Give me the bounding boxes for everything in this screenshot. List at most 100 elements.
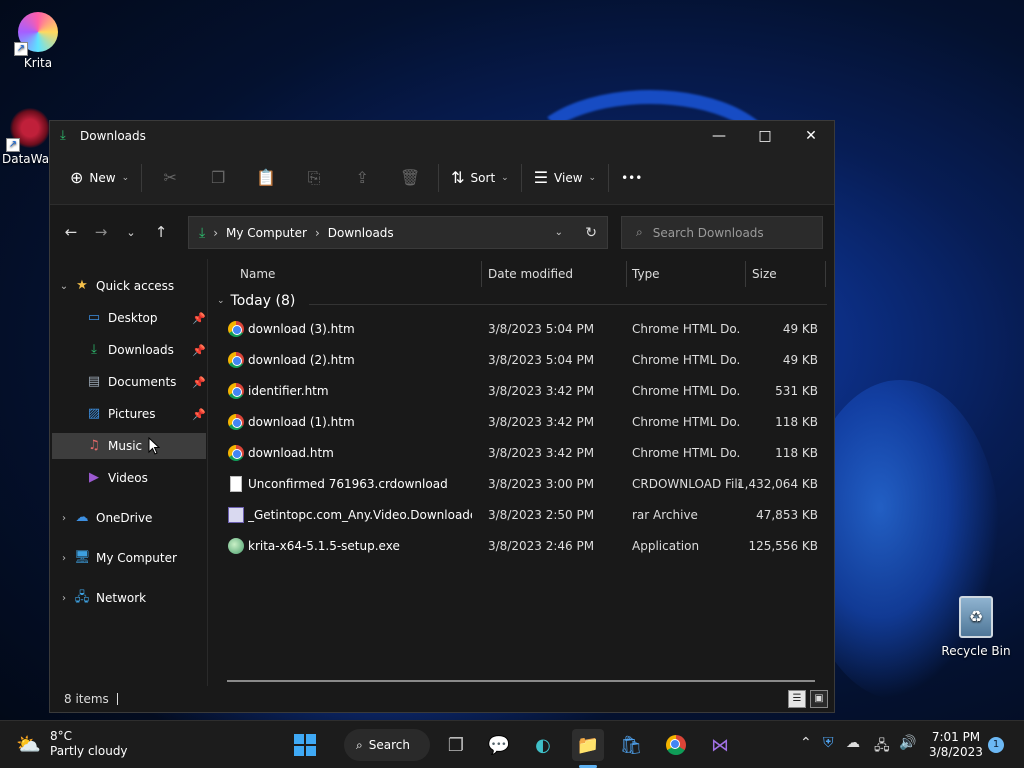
file-row[interactable]: krita-x64-5.1.5-setup.exe 3/8/2023 2:46 P… bbox=[209, 531, 827, 562]
chevron-down-icon: ⌄ bbox=[217, 296, 225, 306]
weather-desc: Partly cloudy bbox=[50, 744, 128, 758]
nav-item-pictures[interactable]: ▨ Pictures 📌 bbox=[86, 401, 208, 427]
search-placeholder: Search Downloads bbox=[652, 225, 764, 240]
rename-icon[interactable]: ⎘ bbox=[290, 168, 338, 188]
file-name: download (2).htm bbox=[248, 353, 355, 367]
desktop-icon-recycle-bin[interactable]: ♻ Recycle Bin bbox=[940, 596, 1012, 658]
up-arrow-icon[interactable]: ↑ bbox=[146, 223, 176, 241]
chevron-right-icon: › bbox=[62, 592, 66, 604]
clock[interactable]: 7:01 PM 3/8/2023 bbox=[928, 730, 984, 760]
network-status-icon[interactable]: 🖧 bbox=[874, 735, 890, 759]
chrome-icon[interactable] bbox=[660, 729, 692, 761]
start-button[interactable] bbox=[289, 729, 321, 761]
column-header-size[interactable]: Size bbox=[752, 259, 777, 289]
nav-item-downloads[interactable]: ⤓ Downloads 📌 bbox=[86, 337, 208, 363]
share-icon[interactable]: ⇪ bbox=[338, 168, 386, 187]
sort-button[interactable]: ⇅ Sort ⌄ bbox=[443, 162, 517, 193]
show-hidden-icons-chevron-icon[interactable]: ⌃ bbox=[800, 735, 812, 751]
refresh-icon[interactable]: ↻ bbox=[585, 225, 597, 241]
file-explorer-icon[interactable]: 📁 bbox=[572, 729, 604, 761]
new-button[interactable]: ⊕ New ⌄ bbox=[62, 162, 137, 193]
column-divider[interactable] bbox=[626, 261, 627, 287]
file-row[interactable]: download (1).htm 3/8/2023 3:42 PM Chrome H… bbox=[209, 407, 827, 438]
pin-icon: 📌 bbox=[192, 343, 206, 357]
group-header-today[interactable]: ⌄ Today (8) bbox=[217, 293, 295, 309]
microsoft-store-icon[interactable]: 🛍 bbox=[615, 729, 647, 761]
installer-file-icon bbox=[228, 538, 244, 554]
details-view-icon[interactable]: ☰ bbox=[788, 690, 806, 708]
file-row[interactable]: download (2).htm 3/8/2023 5:04 PM Chrome H… bbox=[209, 345, 827, 376]
desktop-icon-label: Recycle Bin bbox=[941, 644, 1011, 658]
breadcrumb-my-computer[interactable]: My Computer bbox=[226, 226, 307, 240]
file-row[interactable]: download.htm 3/8/2023 3:42 PM Chrome HTML … bbox=[209, 438, 827, 469]
nav-item-videos[interactable]: ▶ Videos bbox=[86, 465, 208, 491]
music-icon: ♫ bbox=[88, 438, 100, 453]
column-divider[interactable] bbox=[745, 261, 746, 287]
column-header-type[interactable]: Type bbox=[632, 259, 660, 289]
volume-icon[interactable]: 🔊 bbox=[899, 735, 916, 751]
nav-item-network[interactable]: › 🖧 Network bbox=[54, 585, 208, 611]
window-title: Downloads bbox=[80, 129, 146, 143]
desktop-icon-krita[interactable]: ↗ Krita bbox=[0, 12, 76, 70]
delete-icon[interactable]: 🗑 bbox=[386, 168, 434, 187]
breadcrumb-chevron-icon: › bbox=[314, 225, 320, 240]
copy-icon[interactable]: ❐ bbox=[194, 168, 242, 187]
file-date: 3/8/2023 5:04 PM bbox=[488, 353, 595, 367]
weather-widget[interactable]: ⛅ 8°C Partly cloudy bbox=[16, 729, 128, 759]
divider bbox=[141, 163, 143, 192]
nav-item-music[interactable]: ♫ Music bbox=[52, 433, 206, 459]
document-icon: ▤ bbox=[87, 374, 101, 389]
address-history-chevron-icon[interactable]: ⌄ bbox=[555, 227, 563, 238]
visual-studio-icon[interactable]: ⋈ bbox=[704, 729, 736, 761]
more-options-button[interactable]: ••• bbox=[613, 165, 650, 191]
tiles-view-icon[interactable]: ▣ bbox=[810, 690, 828, 708]
shortcut-arrow-icon: ↗ bbox=[14, 42, 28, 56]
desktop-icon: ▭ bbox=[87, 310, 101, 325]
column-header-name[interactable]: Name bbox=[240, 259, 275, 289]
nav-item-documents[interactable]: ▤ Documents 📌 bbox=[86, 369, 208, 395]
search-box[interactable]: ⌕ Search Downloads bbox=[621, 216, 823, 249]
onedrive-cloud-icon[interactable]: ☁ bbox=[846, 735, 860, 751]
task-view-icon[interactable]: ❐ bbox=[440, 729, 472, 761]
view-button[interactable]: ☰ View ⌄ bbox=[526, 162, 604, 193]
file-date: 3/8/2023 5:04 PM bbox=[488, 322, 595, 336]
horizontal-scrollbar[interactable] bbox=[227, 680, 815, 682]
taskbar-search-button[interactable]: ⌕ Search bbox=[344, 729, 430, 761]
paste-icon[interactable]: 📋 bbox=[242, 168, 290, 187]
chevron-down-icon: ⌄ bbox=[501, 172, 509, 183]
title-bar[interactable]: ⤓ Downloads — □ ✕ bbox=[50, 121, 834, 151]
chrome-file-icon bbox=[228, 383, 244, 399]
file-row[interactable]: Unconfirmed 761963.crdownload 3/8/2023 3:… bbox=[209, 469, 827, 500]
navigation-pane: ⌄ ★ Quick access ▭ Desktop 📌 ⤓ Downloads… bbox=[50, 259, 208, 686]
file-row[interactable]: download (3).htm 3/8/2023 5:04 PM Chrome H… bbox=[209, 314, 827, 345]
chevron-right-icon: › bbox=[62, 552, 66, 564]
breadcrumb-downloads[interactable]: Downloads bbox=[328, 226, 394, 240]
desktop-icon-datawag[interactable]: ↗ DataWag bbox=[0, 108, 54, 166]
forward-arrow-icon[interactable]: → bbox=[86, 223, 116, 241]
edge-icon[interactable]: ◐ bbox=[527, 729, 559, 761]
nav-item-quick-access[interactable]: ⌄ ★ Quick access bbox=[54, 273, 208, 299]
file-row[interactable]: identifier.htm 3/8/2023 3:42 PM Chrome HTM… bbox=[209, 376, 827, 407]
cut-icon[interactable]: ✂ bbox=[146, 168, 194, 187]
nav-item-desktop[interactable]: ▭ Desktop 📌 bbox=[86, 305, 208, 331]
status-bar: 8 items ☰ ▣ bbox=[50, 686, 834, 712]
sort-label: Sort bbox=[470, 170, 496, 185]
recent-locations-chevron-icon[interactable]: ⌄ bbox=[116, 226, 146, 239]
nav-item-onedrive[interactable]: › ☁ OneDrive bbox=[54, 505, 208, 531]
maximize-button[interactable]: □ bbox=[742, 121, 788, 151]
minimize-button[interactable]: — bbox=[696, 121, 742, 151]
notification-badge[interactable]: 1 bbox=[988, 737, 1004, 753]
nav-label: My Computer bbox=[96, 551, 177, 565]
clock-date: 3/8/2023 bbox=[929, 745, 983, 759]
security-shield-icon[interactable]: ⛨ bbox=[823, 735, 834, 751]
back-arrow-icon[interactable]: ← bbox=[56, 223, 86, 241]
column-divider[interactable] bbox=[481, 261, 482, 287]
column-header-date[interactable]: Date modified bbox=[488, 259, 573, 289]
file-row[interactable]: _Getintopc.com_Any.Video.Downloader.... 3… bbox=[209, 500, 827, 531]
address-bar[interactable]: ⤓ › My Computer › Downloads ⌄ ↻ bbox=[188, 216, 608, 249]
close-button[interactable]: ✕ bbox=[788, 121, 834, 151]
nav-item-my-computer[interactable]: › 🖥 My Computer bbox=[54, 545, 208, 571]
chat-icon[interactable]: 💬 bbox=[483, 729, 515, 761]
download-icon: ⤓ bbox=[91, 342, 97, 357]
column-divider[interactable] bbox=[825, 261, 826, 287]
